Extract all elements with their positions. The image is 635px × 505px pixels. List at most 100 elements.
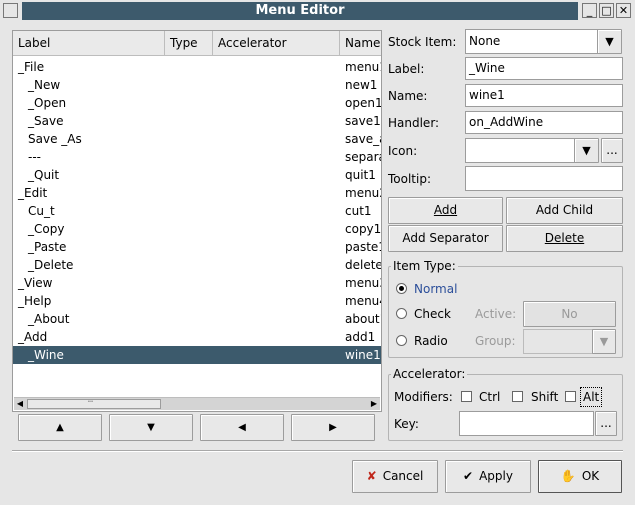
stock-item-dropdown-button[interactable]: ▼ (597, 29, 622, 54)
tree-row-label: _New (28, 78, 61, 92)
label-field[interactable]: _Wine (465, 57, 623, 80)
active-label: Active: (475, 307, 517, 321)
icon-combo[interactable] (465, 138, 575, 163)
group-combo[interactable] (523, 329, 593, 354)
check-radio[interactable] (396, 308, 407, 319)
scroll-thumb[interactable]: ┉ (27, 397, 161, 409)
tree-row[interactable]: _Wine wine1 (13, 346, 381, 364)
icon-dropdown-button[interactable]: ▼ (574, 138, 599, 163)
column-header-label[interactable]: Label (13, 31, 165, 56)
tree-row[interactable]: _Help menu4 (13, 292, 381, 310)
shift-checkbox[interactable] (512, 391, 523, 402)
normal-label[interactable]: Normal (414, 281, 457, 297)
radio-label[interactable]: Radio (414, 333, 448, 349)
column-header-name[interactable]: Name (340, 31, 381, 56)
ctrl-checkbox[interactable] (461, 391, 472, 402)
maximize-button[interactable]: □ (599, 3, 614, 18)
icon-browse-button[interactable]: ... (601, 138, 623, 163)
scroll-left-icon[interactable]: ◀ (14, 398, 26, 410)
minimize-button[interactable]: _ (582, 3, 597, 18)
tree-row-name: open1 (345, 96, 381, 110)
tree-row-name: add1 (345, 330, 376, 344)
tree-row[interactable]: _Add add1 (13, 328, 381, 346)
tree-row-label: Cu_t (28, 204, 55, 218)
tree-row[interactable]: _View menu3 (13, 274, 381, 292)
arrow-right-icon: ▶ (329, 422, 337, 433)
name-field[interactable]: wine1 (465, 84, 623, 107)
tree-row[interactable]: _Edit menu2 (13, 184, 381, 202)
tree-row-label: _Paste (28, 240, 67, 254)
ctrl-label[interactable]: Ctrl (479, 389, 500, 405)
cancel-icon: ✘ (366, 469, 377, 483)
apply-label: Apply (479, 469, 513, 483)
move-right-button[interactable]: ▶ (291, 414, 375, 441)
tree-row[interactable]: _Save save1 (13, 112, 381, 130)
active-toggle-button[interactable]: No (523, 301, 616, 327)
add-child-button[interactable]: Add Child (506, 197, 623, 224)
tree-row-label: _View (18, 276, 53, 290)
grip-icon: ┉ (88, 397, 93, 406)
tree-row[interactable]: _Open open1 (13, 94, 381, 112)
tree-row[interactable]: _Copy copy1 (13, 220, 381, 238)
tree-row-name: menu1 (345, 60, 381, 74)
column-header-type[interactable]: Type (165, 31, 213, 56)
alt-label[interactable]: Alt (580, 387, 603, 407)
arrow-up-icon: ▲ (56, 422, 64, 433)
group-dropdown-button[interactable]: ▼ (592, 329, 616, 354)
tree-row[interactable]: _New new1 (13, 76, 381, 94)
tree-row[interactable]: Save _As save_as1 (13, 130, 381, 148)
tree-row[interactable]: _Quit quit1 (13, 166, 381, 184)
move-up-button[interactable]: ▲ (18, 414, 102, 441)
tree-row-name: paste1 (345, 240, 381, 254)
tree-row[interactable]: Cu_t cut1 (13, 202, 381, 220)
radio-radio[interactable] (396, 335, 407, 346)
ok-label: OK (581, 469, 600, 483)
tree-row-label: _Quit (28, 168, 60, 182)
ok-button[interactable]: ✋ OK (538, 460, 622, 493)
move-left-button[interactable]: ◀ (200, 414, 284, 441)
handler-field[interactable]: on_AddWine (465, 111, 623, 134)
key-browse-button[interactable]: ... (595, 411, 617, 436)
tooltip-field[interactable] (465, 166, 623, 191)
ok-icon: ✋ (560, 469, 576, 483)
tree-row-label: _Open (28, 96, 67, 110)
stock-item-combo[interactable]: None (465, 29, 598, 54)
add-label: Add (433, 203, 458, 217)
tree-row[interactable]: --- separator1 (13, 148, 381, 166)
horizontal-scrollbar[interactable]: ◀ ┉ ▶ (14, 397, 380, 410)
add-button[interactable]: Add (388, 197, 503, 224)
tree-row-label: _Edit (18, 186, 48, 200)
column-header-accelerator[interactable]: Accelerator (213, 31, 340, 56)
add-separator-button[interactable]: Add Separator (388, 225, 503, 252)
move-down-button[interactable]: ▼ (109, 414, 193, 441)
close-button[interactable]: ✕ (616, 3, 631, 18)
alt-checkbox[interactable] (565, 391, 576, 402)
tree-row[interactable]: _File menu1 (13, 58, 381, 76)
window-menu-button[interactable] (3, 3, 18, 18)
tree-row[interactable]: _Delete delete1 (13, 256, 381, 274)
check-label[interactable]: Check (414, 306, 451, 322)
modifiers-label: Modifiers: (394, 390, 453, 404)
tree-row-name: menu4 (345, 294, 381, 308)
scroll-right-icon[interactable]: ▶ (368, 398, 380, 410)
footer-separator (12, 450, 623, 452)
tree-row-label: _File (18, 60, 45, 74)
key-field[interactable] (459, 411, 594, 436)
shift-label[interactable]: Shift (531, 389, 558, 405)
normal-radio[interactable] (396, 283, 407, 294)
tree-row-name: menu3 (345, 276, 381, 290)
menu-tree[interactable]: Label Type Accelerator Name _File menu1 _N… (12, 30, 382, 412)
tree-row-name: separator1 (345, 150, 381, 164)
label-label: Label: (388, 62, 425, 76)
add-child-label: Add Child (535, 203, 594, 217)
delete-button[interactable]: Delete (506, 225, 623, 252)
apply-icon: ✔ (463, 469, 474, 483)
group-label: Group: (475, 334, 516, 348)
tree-row[interactable]: _About about1 (13, 310, 381, 328)
tree-row-label: --- (28, 150, 41, 164)
tree-row-label: Save _As (28, 132, 82, 146)
cancel-button[interactable]: ✘ Cancel (352, 460, 438, 493)
apply-button[interactable]: ✔ Apply (445, 460, 531, 493)
tree-row[interactable]: _Paste paste1 (13, 238, 381, 256)
tree-row-name: save1 (345, 114, 381, 128)
